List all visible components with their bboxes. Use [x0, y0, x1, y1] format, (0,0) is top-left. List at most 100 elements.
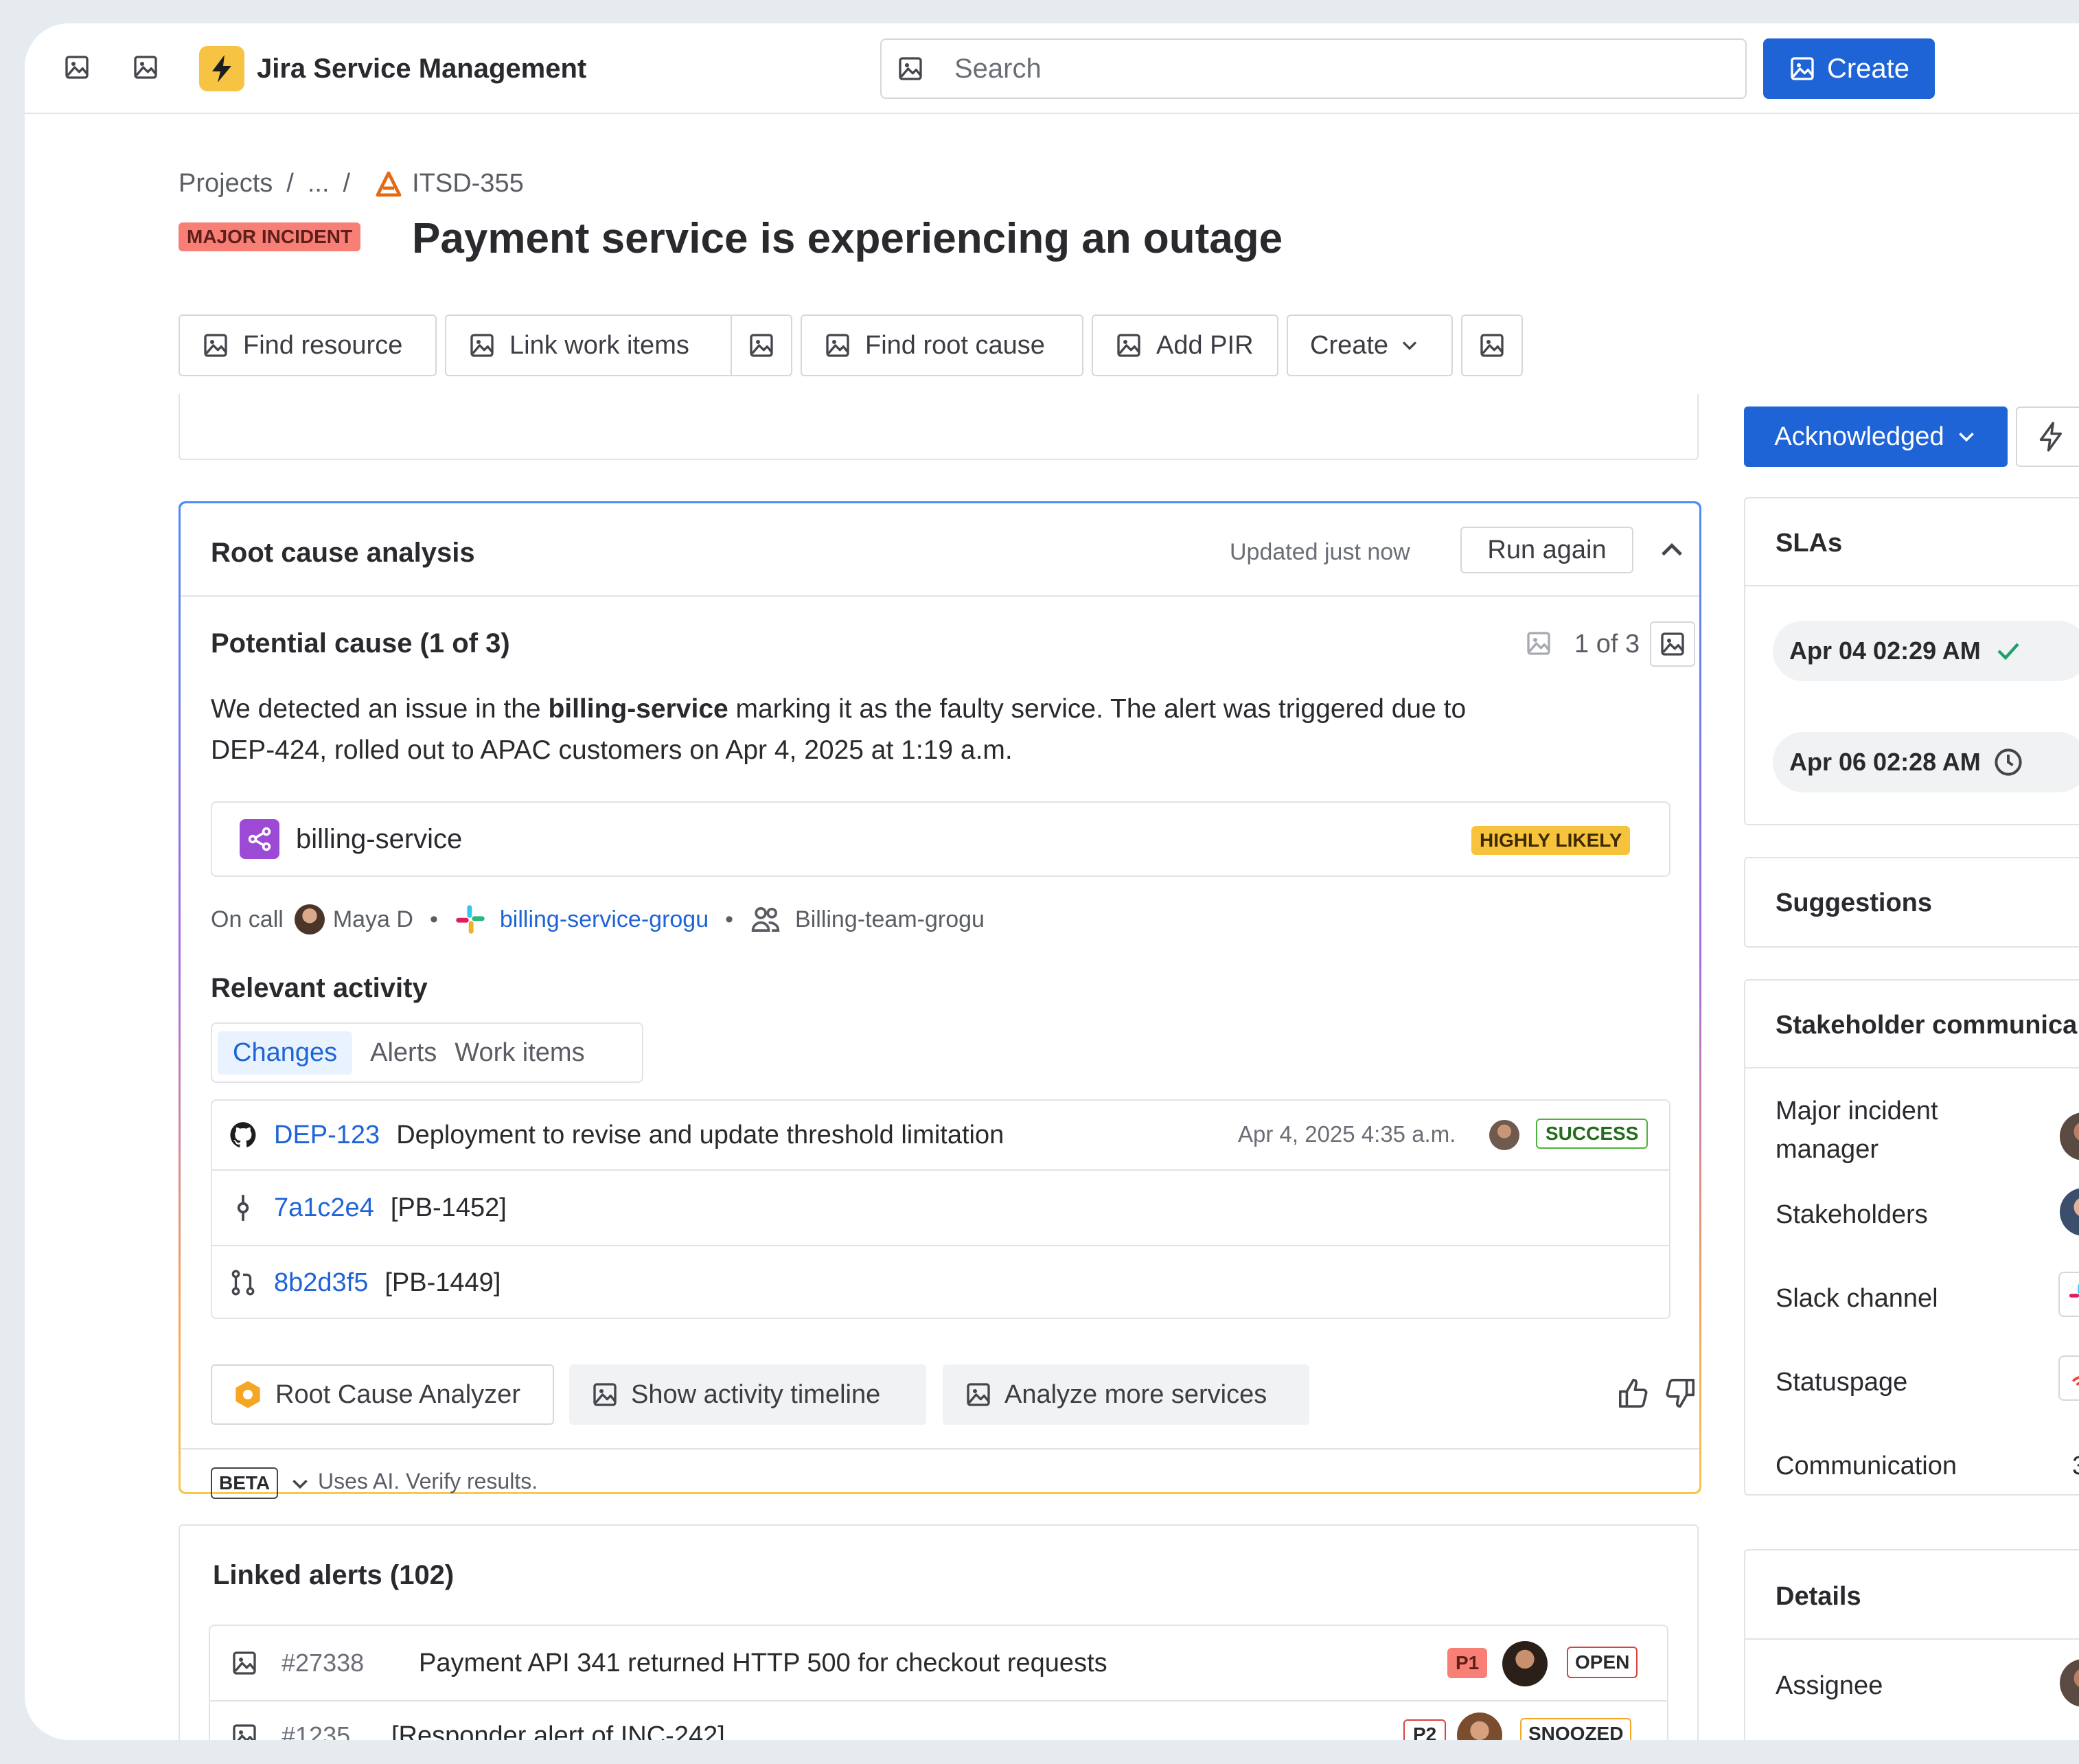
- chevron-down-icon: [1402, 341, 1417, 350]
- slack-channel-button[interactable]: [2058, 1272, 2079, 1317]
- link-work-items-more-button[interactable]: [731, 314, 792, 376]
- status-badge: OPEN: [1567, 1647, 1638, 1678]
- activity-tabs: Changes Alerts Work items: [211, 1022, 643, 1083]
- on-call-row: On call Maya D • billing-service-grogu •…: [211, 900, 985, 939]
- previous-cause-icon[interactable]: [1525, 630, 1552, 657]
- show-activity-timeline-label: Show activity timeline: [631, 1379, 881, 1409]
- github-icon: [230, 1122, 256, 1147]
- chevron-down-icon: [1958, 432, 1974, 442]
- chevron-down-icon[interactable]: [289, 1473, 311, 1495]
- avatar[interactable]: [2060, 1188, 2079, 1236]
- commit-id-link[interactable]: 8b2d3f5: [274, 1268, 368, 1298]
- service-card[interactable]: billing-service: [211, 801, 1670, 877]
- details-card: Details Assignee: [1744, 1549, 2079, 1740]
- search-icon: [897, 55, 924, 82]
- commit-ref: [PB-1449]: [384, 1268, 501, 1297]
- root-cause-icon: [824, 332, 851, 359]
- cause-description: We detected an issue in the billing-serv…: [211, 689, 1653, 771]
- analyze-icon: [965, 1381, 992, 1408]
- add-pir-button[interactable]: Add PIR: [1092, 314, 1278, 376]
- sla-item[interactable]: Apr 04 02:29 AM: [1773, 621, 2079, 681]
- priority-badge: P2: [1403, 1719, 1447, 1740]
- app-logo[interactable]: Jira Service Management: [199, 45, 586, 92]
- breadcrumb-ellipsis[interactable]: ...: [308, 169, 330, 198]
- alert-id: #1235: [282, 1721, 351, 1740]
- find-resource-label: Find resource: [243, 330, 403, 360]
- analyze-more-services-button[interactable]: Analyze more services: [943, 1364, 1309, 1425]
- tab-changes[interactable]: Changes: [218, 1031, 353, 1075]
- thumbs-down-icon[interactable]: [1664, 1377, 1697, 1410]
- ai-disclaimer: Uses AI. Verify results.: [318, 1469, 538, 1493]
- slack-channel-link[interactable]: billing-service-grogu: [500, 906, 709, 933]
- root-cause-analyzer-button[interactable]: Root Cause Analyzer: [211, 1364, 554, 1425]
- change-id-link[interactable]: DEP-123: [274, 1121, 380, 1150]
- create-label: Create: [1826, 53, 1910, 84]
- service-name: billing-service: [296, 823, 463, 854]
- timeline-icon: [591, 1381, 619, 1408]
- run-again-button[interactable]: Run again: [1460, 527, 1633, 573]
- breadcrumb-projects[interactable]: Projects: [179, 169, 273, 198]
- next-cause-button[interactable]: [1650, 621, 1695, 667]
- sidebar-toggle-icon[interactable]: [132, 54, 159, 81]
- avatar: [294, 904, 325, 935]
- breadcrumb: Projects / ... / ITSD-355: [179, 169, 524, 198]
- slack-icon: [2069, 1284, 2079, 1298]
- sla-item[interactable]: Apr 06 02:28 AM: [1773, 732, 2079, 792]
- analyze-more-services-label: Analyze more services: [1004, 1379, 1267, 1409]
- status-label: Acknowledged: [1774, 422, 1944, 451]
- page-title: Payment service is experiencing an outag…: [412, 215, 1283, 262]
- cause-pager: 1 of 3: [1574, 630, 1640, 658]
- breadcrumb-issue-key[interactable]: ITSD-355: [412, 169, 524, 198]
- avatar[interactable]: [2060, 1112, 2079, 1160]
- more-icon: [748, 332, 775, 359]
- find-resource-button[interactable]: Find resource: [179, 314, 437, 376]
- cause-description-part-2: marking it as the faulty service. The al…: [728, 694, 1467, 724]
- statuspage-button[interactable]: [2058, 1355, 2079, 1401]
- show-activity-timeline-button[interactable]: Show activity timeline: [569, 1364, 926, 1425]
- sla-time: Apr 06 02:28 AM: [1789, 748, 1981, 776]
- cause-description-service: billing-service: [548, 694, 728, 724]
- on-call-label: On call: [211, 906, 284, 932]
- table-row[interactable]: #1235 [Responder alert of INC-242]: [210, 1702, 1667, 1740]
- create-button[interactable]: Create: [1763, 38, 1935, 99]
- list-item[interactable]: 7a1c2e4 [PB-1452]: [212, 1171, 1669, 1245]
- team-name[interactable]: Billing-team-grogu: [795, 906, 985, 933]
- root-cause-analysis-panel: Root cause analysis Updated just now Run…: [179, 501, 1701, 1499]
- link-work-items-button[interactable]: Link work items: [445, 314, 732, 376]
- create-icon: [1789, 55, 1816, 82]
- suggestions-card[interactable]: Suggestions: [1744, 857, 2079, 948]
- stakeholder-title: Stakeholder communica: [1776, 1011, 2078, 1040]
- avatar: [1489, 1120, 1519, 1150]
- alert-icon: [231, 1649, 258, 1677]
- tab-alerts[interactable]: Alerts: [355, 1031, 452, 1075]
- list-item[interactable]: 8b2d3f5 [PB-1449]: [212, 1246, 1669, 1319]
- create-dropdown-button[interactable]: Create: [1287, 314, 1453, 376]
- collapse-chevron-icon[interactable]: [1657, 535, 1687, 565]
- automation-button[interactable]: [2016, 406, 2079, 467]
- on-call-person[interactable]: Maya D: [333, 906, 413, 933]
- search-input[interactable]: Search: [880, 38, 1747, 99]
- alert-id: #27338: [282, 1649, 365, 1677]
- changes-list: DEP-123 Deployment to revise and update …: [211, 1099, 1670, 1319]
- thumbs-up-icon[interactable]: [1617, 1377, 1650, 1410]
- avatar[interactable]: [2060, 1659, 2079, 1707]
- tab-work-items[interactable]: Work items: [452, 1031, 587, 1075]
- status-badge: SNOOZED: [1520, 1718, 1632, 1740]
- app-name: Jira Service Management: [257, 53, 587, 84]
- more-actions-button[interactable]: [1461, 314, 1523, 376]
- service-share-icon: [240, 819, 279, 859]
- sla-time: Apr 04 02:29 AM: [1789, 637, 1981, 665]
- find-root-cause-button[interactable]: Find root cause: [801, 314, 1083, 376]
- divider: [1745, 1638, 2079, 1640]
- divider: [1745, 1067, 2079, 1068]
- divider: [181, 595, 1699, 597]
- commit-id-link[interactable]: 7a1c2e4: [274, 1193, 374, 1223]
- app-switcher-icon[interactable]: [63, 54, 91, 81]
- stakeholders-label: Stakeholders: [1776, 1200, 1928, 1229]
- major-incident-manager-label: Major incident manager: [1776, 1092, 1938, 1169]
- cause-description-part-1: We detected an issue in the: [211, 694, 549, 724]
- check-icon: [1997, 643, 2019, 661]
- status-dropdown-button[interactable]: Acknowledged: [1744, 406, 2008, 467]
- priority-badge: P1: [1447, 1648, 1488, 1678]
- top-navigation: Jira Service Management Search Create: [25, 23, 2079, 114]
